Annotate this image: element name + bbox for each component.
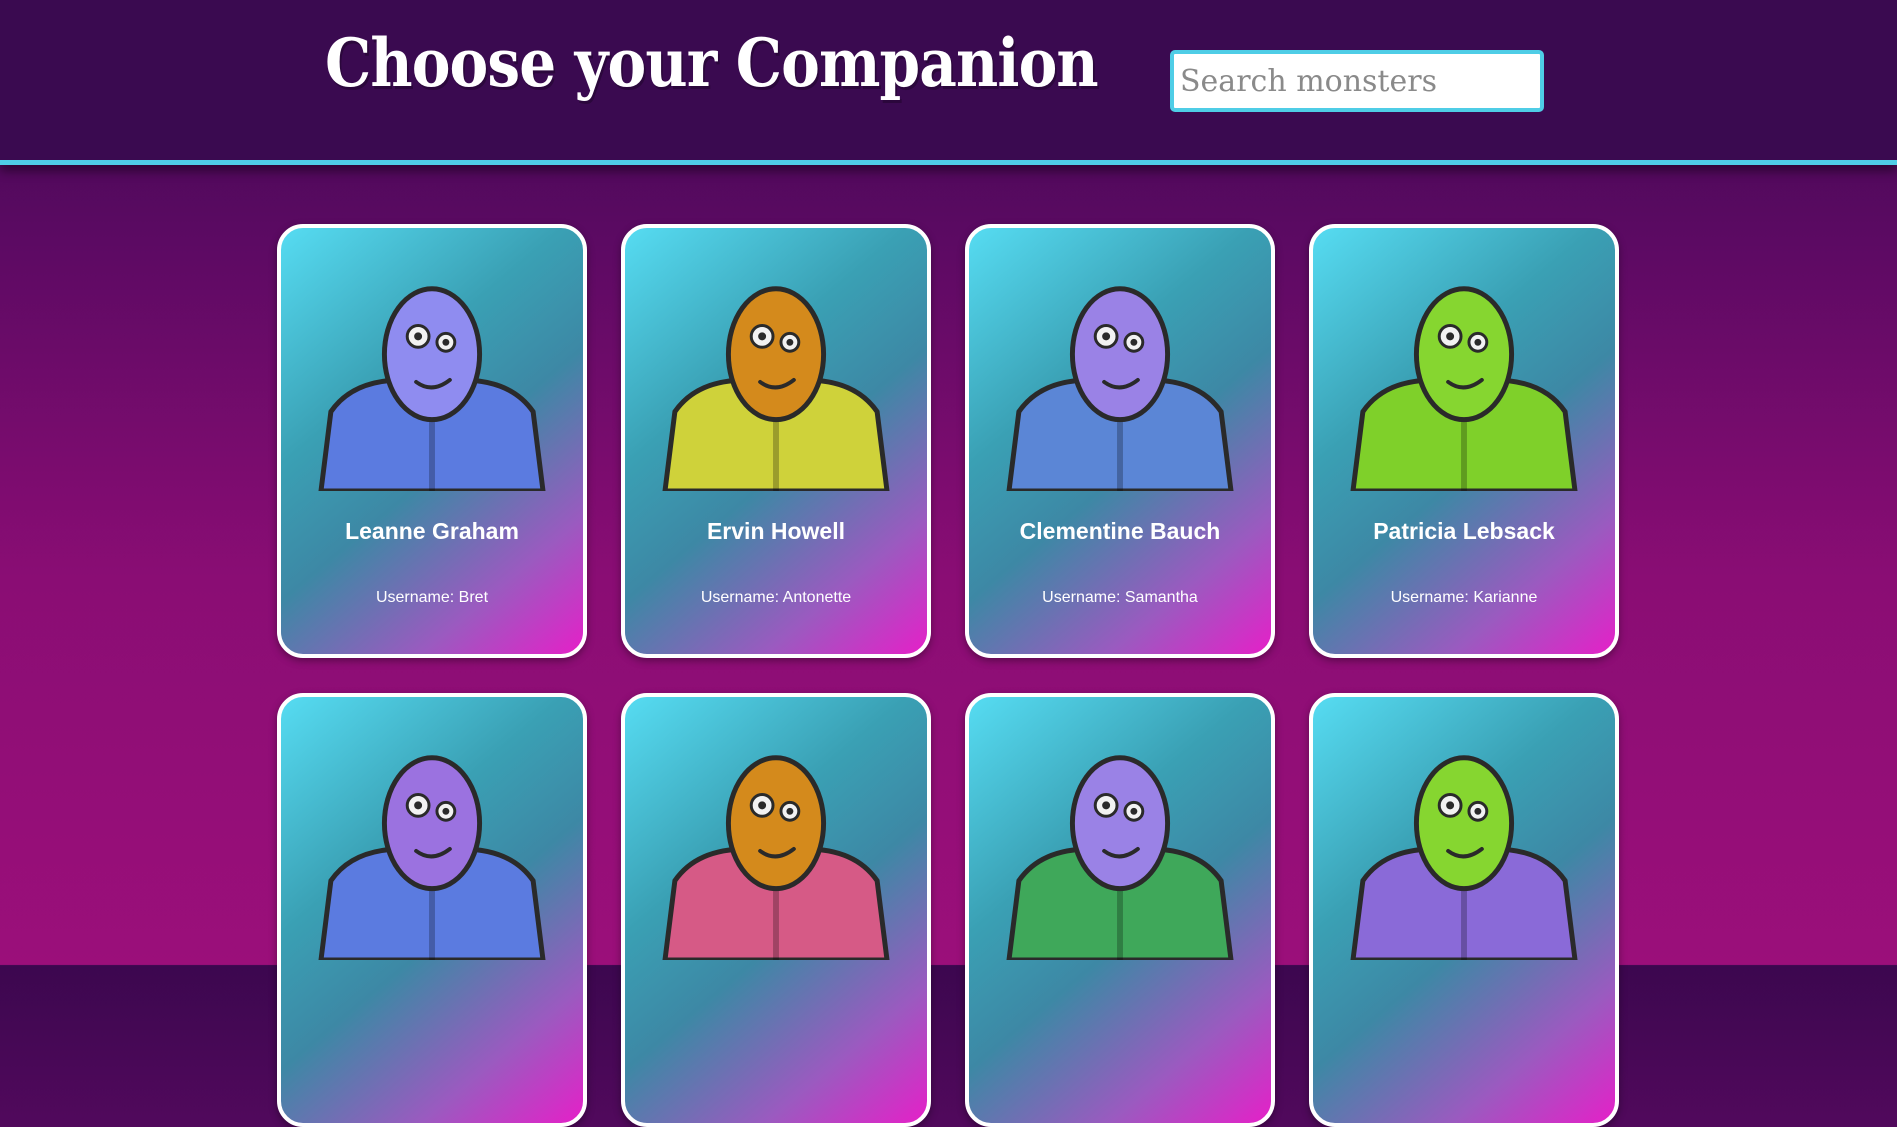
monster-card[interactable]: Clementine Bauch Username: Samantha <box>965 224 1275 658</box>
monster-username: Username: Samantha <box>1042 589 1198 606</box>
monster-name: Patricia Lebsack <box>1373 518 1555 544</box>
monster-name: Ervin Howell <box>706 518 846 544</box>
monster-card[interactable] <box>1309 693 1619 1127</box>
monster-avatar <box>1350 755 1578 960</box>
monster-card[interactable] <box>277 693 587 1127</box>
monster-avatar <box>1350 286 1578 491</box>
monster-name: Clementine Bauch <box>1019 518 1221 544</box>
monster-card[interactable]: Leanne Graham Username: Bret <box>277 224 587 658</box>
monster-card[interactable]: Ervin Howell Username: Antonette <box>621 224 931 658</box>
monster-avatar <box>1006 286 1234 491</box>
monster-avatar <box>318 755 546 960</box>
monster-avatar <box>1006 755 1234 960</box>
monster-username: Username: Karianne <box>1390 589 1538 606</box>
monster-avatar <box>662 286 890 491</box>
monster-username: Username: Antonette <box>700 589 852 606</box>
monster-avatar <box>318 286 546 491</box>
monster-card[interactable]: Patricia Lebsack Username: Karianne <box>1309 224 1619 658</box>
monster-name: Leanne Graham <box>345 518 519 544</box>
monster-card[interactable] <box>965 693 1275 1127</box>
monster-grid: Leanne Graham Username: Bret Ervin Howel… <box>0 0 1897 1127</box>
monster-card[interactable] <box>621 693 931 1127</box>
monster-username: Username: Bret <box>375 589 489 606</box>
monster-avatar <box>662 755 890 960</box>
